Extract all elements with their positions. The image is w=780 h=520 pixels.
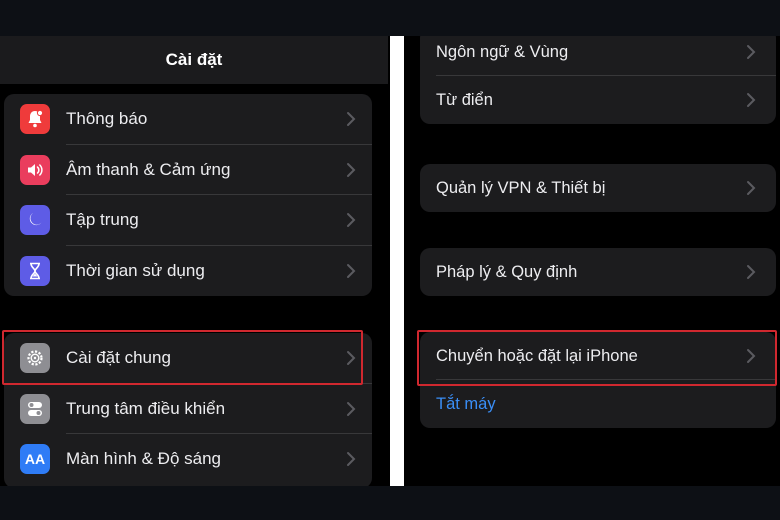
settings-main-panel: Cài đặt Thông báo Âm thanh & Cảm ứng Tập…	[0, 36, 390, 486]
settings-item-label: Thông báo	[66, 109, 148, 129]
general-item-label: Pháp lý & Quy định	[436, 262, 578, 281]
chevron-right-icon	[747, 93, 756, 107]
settings-item-notifications[interactable]: Thông báo	[4, 94, 372, 145]
settings-item-focus[interactable]: Tập trung	[4, 195, 372, 246]
page-title: Cài đặt	[165, 50, 223, 69]
general-item-label: Quản lý VPN & Thiết bị	[436, 178, 606, 197]
general-item-dictionary[interactable]: Từ điển	[420, 76, 776, 124]
highlight-box-transfer-reset	[417, 330, 777, 386]
general-item-legal[interactable]: Pháp lý & Quy định	[420, 248, 776, 296]
general-group-3: Pháp lý & Quy định	[420, 248, 776, 296]
moon-icon	[20, 205, 50, 235]
chevron-right-icon	[347, 213, 356, 227]
settings-group-1: Thông báo Âm thanh & Cảm ứng Tập trung T…	[4, 94, 372, 296]
chevron-right-icon	[347, 112, 356, 126]
general-item-vpn-device[interactable]: Quản lý VPN & Thiết bị	[420, 164, 776, 212]
settings-item-label: Thời gian sử dụng	[66, 260, 205, 280]
general-item-language-region[interactable]: Ngôn ngữ & Vùng	[420, 36, 776, 76]
text-size-icon: AA	[20, 444, 50, 474]
top-border	[0, 0, 780, 36]
general-settings-panel: Ngôn ngữ & Vùng Từ điển Quản lý VPN & Th…	[404, 36, 780, 486]
settings-item-control-center[interactable]: Trung tâm điều khiển	[4, 384, 372, 434]
chevron-right-icon	[347, 401, 356, 416]
chevron-right-icon	[747, 265, 756, 279]
hourglass-icon	[20, 255, 50, 286]
chevron-right-icon	[347, 162, 356, 177]
nav-bar: Cài đặt	[0, 36, 388, 84]
shut-down-link: Tắt máy	[436, 394, 496, 413]
settings-item-sounds[interactable]: Âm thanh & Cảm ứng	[4, 145, 372, 195]
settings-item-label: Tập trung	[66, 210, 139, 230]
general-group-1: Ngôn ngữ & Vùng Từ điển	[420, 36, 776, 124]
speaker-icon	[20, 154, 50, 185]
toggles-icon	[20, 393, 50, 424]
chevron-right-icon	[747, 45, 756, 59]
panel-divider	[390, 36, 404, 486]
general-item-label: Ngôn ngữ & Vùng	[436, 42, 569, 61]
bottom-border	[0, 486, 780, 520]
general-group-2: Quản lý VPN & Thiết bị	[420, 164, 776, 212]
chevron-right-icon	[347, 263, 356, 278]
settings-item-display-brightness[interactable]: AA Màn hình & Độ sáng	[4, 434, 372, 485]
settings-item-screen-time[interactable]: Thời gian sử dụng	[4, 246, 372, 297]
chevron-right-icon	[747, 181, 756, 195]
settings-item-label: Màn hình & Độ sáng	[66, 449, 221, 469]
settings-item-label: Âm thanh & Cảm ứng	[66, 159, 231, 179]
bell-icon	[20, 104, 50, 134]
chevron-right-icon	[347, 452, 356, 466]
settings-item-label: Trung tâm điều khiển	[66, 398, 226, 418]
highlight-box-general	[2, 330, 363, 385]
general-item-label: Từ điển	[436, 90, 493, 109]
general-item-shut-down[interactable]: Tắt máy	[420, 380, 776, 428]
